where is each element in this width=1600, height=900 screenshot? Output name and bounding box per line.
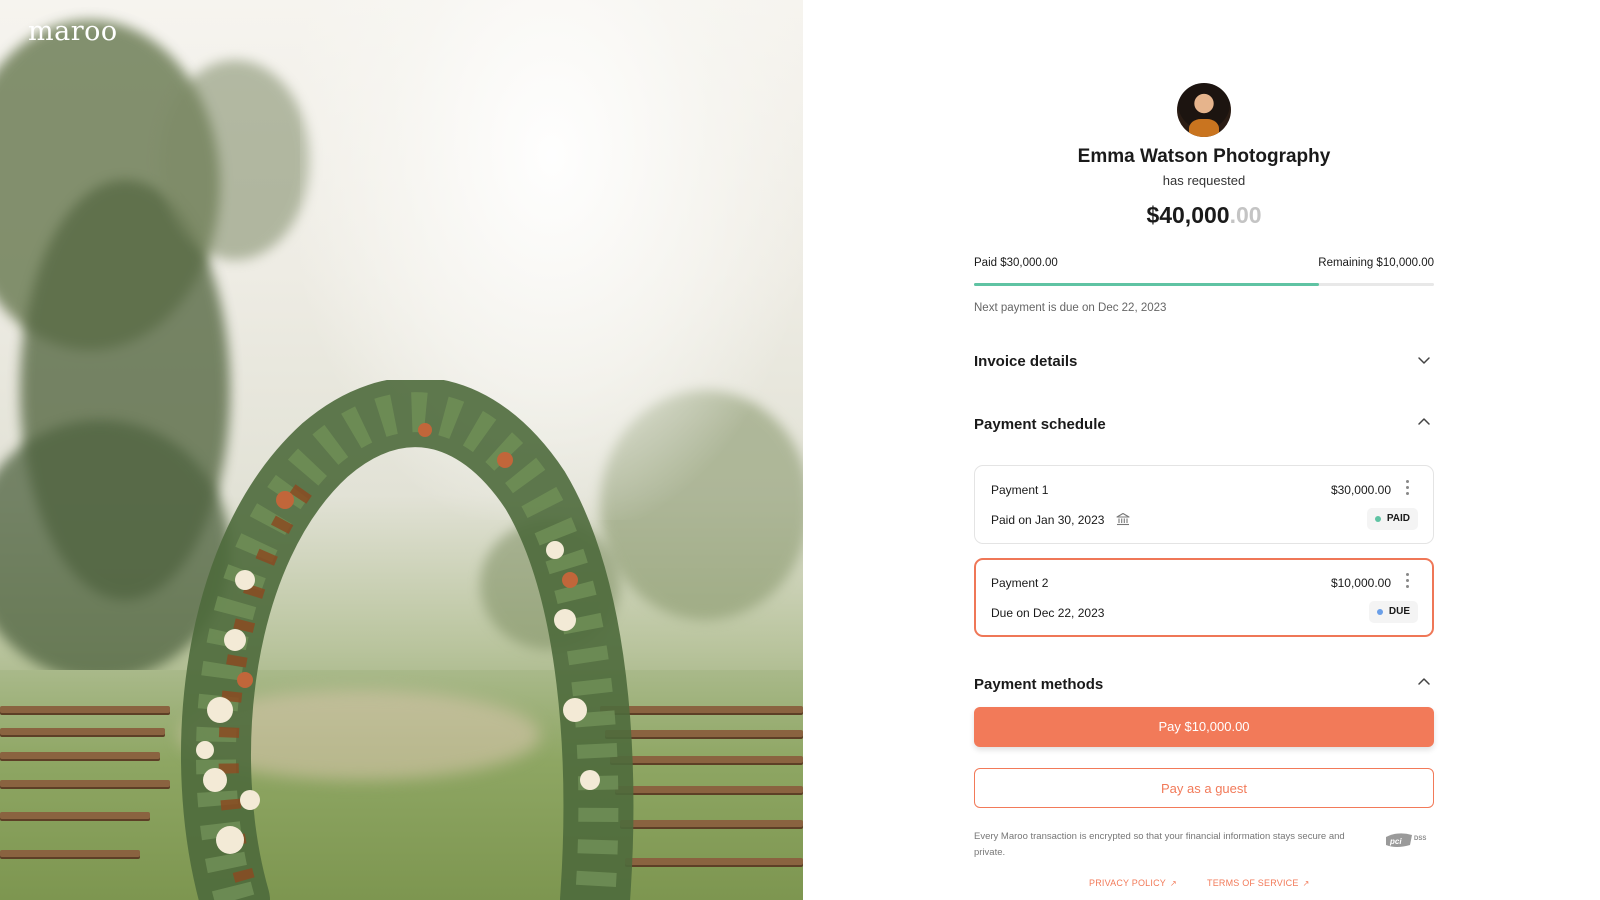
- more-options-icon[interactable]: [1405, 480, 1409, 498]
- svg-text:pci: pci: [1389, 837, 1402, 846]
- request-subtitle: has requested: [1162, 173, 1246, 188]
- pay-as-guest-button[interactable]: Pay as a guest: [974, 768, 1434, 808]
- request-amount: $40,000.00: [974, 202, 1434, 229]
- status-label: DUE: [1388, 606, 1410, 617]
- external-link-icon: ↗: [1302, 879, 1310, 888]
- payment-schedule-header[interactable]: Payment schedule: [974, 416, 1106, 433]
- more-options-icon[interactable]: [1405, 573, 1409, 591]
- privacy-policy-label: PRIVACY POLICY: [1089, 878, 1166, 888]
- payment-date: Paid on Jan 30, 2023: [991, 513, 1105, 527]
- payment-date: Due on Dec 22, 2023: [991, 606, 1105, 620]
- bench: [0, 752, 160, 759]
- payment-card-1[interactable]: Payment 1 $30,000.00 Paid on Jan 30, 202…: [974, 465, 1434, 544]
- status-badge: DUE: [1368, 601, 1418, 623]
- bench: [0, 706, 170, 713]
- business-name: Emma Watson Photography: [1077, 146, 1331, 167]
- status-dot: [1376, 609, 1383, 615]
- chevron-down-icon[interactable]: [1416, 352, 1432, 368]
- next-payment-text: Next payment is due on Dec 22, 2023: [974, 302, 1167, 314]
- security-notice: Every Maroo transaction is encrypted so …: [974, 831, 1345, 858]
- bench: [0, 850, 140, 857]
- bench: [0, 812, 150, 819]
- status-dot: [1374, 516, 1381, 522]
- status-label: PAID: [1386, 513, 1410, 524]
- payment-amount: $30,000.00: [1330, 483, 1391, 497]
- status-badge: PAID: [1366, 508, 1418, 530]
- bench: [0, 780, 170, 787]
- payment-methods-header[interactable]: Payment methods: [974, 676, 1103, 693]
- pay-button[interactable]: Pay $10,000.00: [974, 707, 1434, 747]
- maroo-logo[interactable]: maroo: [28, 16, 118, 47]
- amount-cents: .00: [1229, 202, 1262, 228]
- avatar: [1177, 83, 1231, 137]
- bench: [625, 858, 803, 865]
- payment-title: Payment 1: [991, 483, 1049, 497]
- payment-panel: Emma Watson Photography has requested $4…: [974, 0, 1434, 900]
- payment-progress-fill: [974, 283, 1319, 286]
- chevron-up-icon[interactable]: [1416, 674, 1432, 690]
- pci-dss-logo: pci DSS: [1384, 829, 1430, 851]
- paid-label: Paid $30,000.00: [974, 257, 1058, 269]
- tree-foliage: [160, 60, 310, 260]
- bench: [0, 728, 165, 735]
- payment-title: Payment 2: [991, 576, 1049, 590]
- avatar-shoulders: [1189, 119, 1219, 137]
- terms-of-service-label: TERMS OF SERVICE: [1207, 878, 1299, 888]
- amount-main: $40,000: [1146, 202, 1230, 228]
- payment-progress-bar: [974, 283, 1434, 286]
- chevron-up-icon[interactable]: [1416, 414, 1432, 430]
- payment-card-2[interactable]: Payment 2 $10,000.00 Due on Dec 22, 2023…: [974, 558, 1434, 637]
- payment-amount: $10,000.00: [1330, 576, 1391, 590]
- invoice-details-header[interactable]: Invoice details: [974, 353, 1077, 370]
- terms-of-service-link[interactable]: TERMS OF SERVICE ↗: [1207, 878, 1309, 888]
- external-link-icon: ↗: [1170, 879, 1177, 888]
- svg-text:DSS: DSS: [1414, 836, 1426, 842]
- floral-arch: [181, 380, 634, 900]
- remaining-label: Remaining $10,000.00: [1318, 257, 1434, 269]
- bank-icon: [1115, 511, 1131, 527]
- bench: [620, 820, 803, 827]
- privacy-policy-link[interactable]: PRIVACY POLICY ↗: [1089, 878, 1177, 888]
- hero-image: maroo: [0, 0, 803, 900]
